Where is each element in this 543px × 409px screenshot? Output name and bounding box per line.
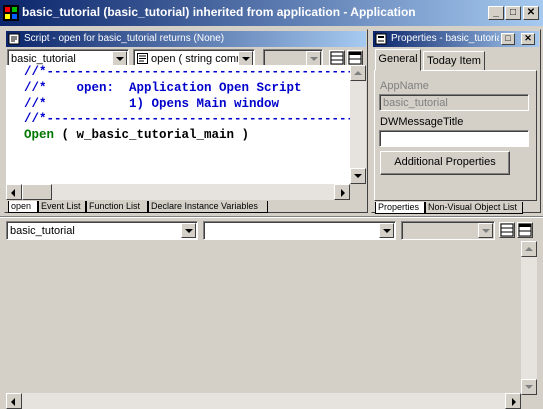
- event-combo-value: open ( string comn: [151, 53, 243, 65]
- lower-object-combo-value: basic_tutorial: [10, 225, 75, 237]
- script-bottom-tabs: open Event List Function List Declare In…: [8, 201, 348, 213]
- additional-properties-button[interactable]: Additional Properties: [380, 151, 510, 175]
- lower-event-combo[interactable]: [203, 221, 396, 240]
- chevron-down-icon[interactable]: [112, 51, 127, 66]
- appname-label: AppName: [380, 80, 429, 92]
- appname-field: basic_tutorial: [379, 94, 529, 111]
- lower-split-view-button[interactable]: [517, 222, 533, 238]
- scroll-thumb[interactable]: [22, 184, 52, 200]
- scroll-right-button[interactable]: [505, 393, 521, 409]
- scroll-left-button[interactable]: [6, 393, 22, 409]
- chevron-down-icon[interactable]: [181, 223, 196, 238]
- chevron-down-icon: [478, 223, 493, 238]
- chevron-down-icon: [306, 51, 321, 66]
- script-window-title: Script - open for basic_tutorial returns…: [24, 33, 225, 44]
- main-title-bar[interactable]: basic_tutorial (basic_tutorial) inherite…: [0, 0, 543, 26]
- tab-today-item[interactable]: Today Item: [423, 51, 485, 71]
- scroll-down-button[interactable]: [350, 168, 366, 184]
- minimize-button[interactable]: _: [488, 6, 504, 20]
- object-combo-value: basic_tutorial: [11, 53, 76, 65]
- lower-paste-special-button[interactable]: [499, 222, 515, 238]
- scroll-up-button[interactable]: [521, 241, 537, 257]
- code-line: Open ( w_basic_tutorial_main ): [6, 128, 350, 144]
- scroll-right-button[interactable]: [334, 184, 350, 200]
- event-icon: [137, 53, 148, 64]
- tab-properties[interactable]: Properties: [375, 202, 425, 214]
- paste-special-button[interactable]: [329, 50, 345, 66]
- application-icon: [3, 5, 19, 21]
- lower-ancestor-combo: [401, 221, 495, 240]
- dwmessagetitle-field[interactable]: [379, 130, 529, 147]
- tab-general[interactable]: General: [375, 49, 421, 71]
- lower-editor-area[interactable]: [6, 241, 521, 395]
- script-window-title-bar[interactable]: Script - open for basic_tutorial returns…: [6, 31, 366, 47]
- code-line: //* 1) Opens Main window: [24, 96, 280, 111]
- dwmessagetitle-label: DWMessageTitle: [380, 116, 464, 128]
- lower-horizontal-scrollbar[interactable]: [6, 393, 521, 409]
- scroll-left-button[interactable]: [6, 184, 22, 200]
- chevron-down-icon[interactable]: [238, 51, 253, 66]
- chevron-down-icon[interactable]: [379, 223, 394, 238]
- split-icon: [518, 223, 532, 237]
- properties-icon: [375, 33, 387, 45]
- properties-window-title-bar[interactable]: Properties - basic_tutorial □ ✕: [373, 31, 539, 47]
- close-button[interactable]: ✕: [523, 6, 539, 20]
- properties-window: Properties - basic_tutorial □ ✕ General …: [371, 29, 541, 214]
- restore-button[interactable]: □: [501, 33, 515, 45]
- code-line: //*-------------------------------------…: [24, 112, 350, 127]
- tab-function-list[interactable]: Function List: [86, 201, 148, 213]
- split-icon: [348, 51, 362, 65]
- pane-divider[interactable]: [0, 216, 543, 218]
- properties-window-title: Properties - basic_tutorial: [391, 33, 499, 44]
- tab-event-list[interactable]: Event List: [38, 201, 86, 213]
- tab-open[interactable]: open: [8, 201, 38, 213]
- split-view-button[interactable]: [347, 50, 363, 66]
- grid-icon: [500, 223, 514, 237]
- code-text: ( w_basic_tutorial_main ): [54, 128, 250, 143]
- script-editor[interactable]: //*-------------------------------------…: [6, 65, 350, 184]
- script-vertical-scrollbar[interactable]: [350, 65, 366, 184]
- script-icon: [8, 33, 20, 45]
- grid-icon: [330, 51, 344, 65]
- script-horizontal-scrollbar[interactable]: [6, 184, 350, 200]
- tab-declare-instance-variables[interactable]: Declare Instance Variables: [148, 201, 268, 213]
- tab-non-visual-object-list[interactable]: Non-Visual Object List: [425, 202, 523, 214]
- code-line: //*-------------------------------------…: [24, 65, 350, 79]
- lower-vertical-scrollbar[interactable]: [521, 241, 537, 395]
- scroll-down-button[interactable]: [521, 379, 537, 395]
- close-button[interactable]: ✕: [521, 33, 535, 45]
- scroll-up-button[interactable]: [350, 65, 366, 81]
- maximize-button[interactable]: □: [505, 6, 521, 20]
- lower-object-combo[interactable]: basic_tutorial: [6, 221, 198, 240]
- properties-bottom-tabs: Properties Non-Visual Object List: [375, 202, 537, 214]
- code-keyword: Open: [24, 128, 55, 143]
- main-window-title: basic_tutorial (basic_tutorial) inherite…: [22, 5, 416, 19]
- code-line: //* open: Application Open Script: [24, 80, 302, 95]
